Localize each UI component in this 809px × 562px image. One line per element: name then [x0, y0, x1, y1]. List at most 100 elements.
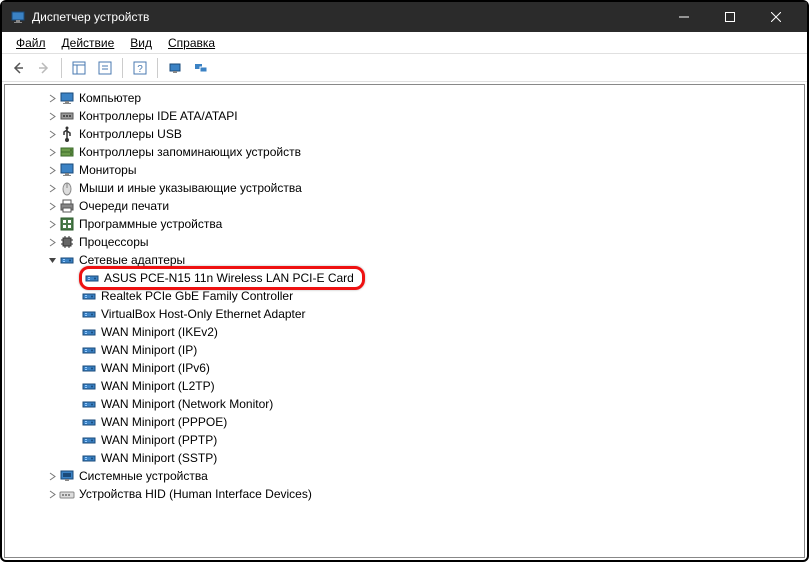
network-icon	[81, 288, 97, 304]
tree-item[interactable]: Мониторы	[5, 161, 804, 179]
maximize-button[interactable]	[707, 2, 753, 32]
tree-item-label: Мыши и иные указывающие устройства	[79, 181, 302, 195]
chevron-right-icon	[67, 325, 81, 339]
tree-item[interactable]: Очереди печати	[5, 197, 804, 215]
chevron-right-icon	[67, 289, 81, 303]
tree-item[interactable]: WAN Miniport (L2TP)	[5, 377, 804, 395]
chevron-right-icon[interactable]	[45, 217, 59, 231]
scan-button[interactable]	[163, 56, 187, 80]
device-tree-panel[interactable]: Компьютер Контроллеры IDE ATA/ATAPI Контро…	[4, 84, 805, 558]
chevron-right-icon	[67, 361, 81, 375]
chevron-right-icon[interactable]	[45, 181, 59, 195]
network-icon	[81, 360, 97, 376]
tree-item[interactable]: WAN Miniport (SSTP)	[5, 449, 804, 467]
svg-text:?: ?	[137, 64, 143, 75]
hid-icon	[59, 486, 75, 502]
storage-icon	[59, 144, 75, 160]
menu-file[interactable]: Файл	[8, 34, 54, 52]
tree-item-label: Процессоры	[79, 235, 149, 249]
chevron-down-icon[interactable]	[45, 253, 59, 267]
chevron-right-icon[interactable]	[45, 199, 59, 213]
tree-item-label: ASUS PCE-N15 11n Wireless LAN PCI-E Card	[104, 271, 354, 285]
chevron-right-icon	[67, 397, 81, 411]
tree-item-label: Очереди печати	[79, 199, 169, 213]
back-button[interactable]	[6, 56, 30, 80]
chevron-right-icon[interactable]	[45, 109, 59, 123]
chevron-right-icon	[67, 379, 81, 393]
tree-item[interactable]: Мыши и иные указывающие устройства	[5, 179, 804, 197]
mouse-icon	[59, 180, 75, 196]
tree-item[interactable]: WAN Miniport (IKEv2)	[5, 323, 804, 341]
software-icon	[59, 216, 75, 232]
toolbar-separator	[122, 58, 123, 78]
tree-item[interactable]: Процессоры	[5, 233, 804, 251]
tree-item-label: Сетевые адаптеры	[79, 253, 185, 267]
forward-button[interactable]	[32, 56, 56, 80]
window-title: Диспетчер устройств	[32, 10, 661, 24]
tree-item[interactable]: ASUS PCE-N15 11n Wireless LAN PCI-E Card	[5, 269, 804, 287]
menu-view[interactable]: Вид	[122, 34, 160, 52]
network-icon	[81, 342, 97, 358]
network-icon	[81, 414, 97, 430]
chevron-right-icon[interactable]	[45, 487, 59, 501]
tree-item[interactable]: WAN Miniport (IP)	[5, 341, 804, 359]
titlebar: Диспетчер устройств	[2, 2, 807, 32]
usb-icon	[59, 126, 75, 142]
toolbar-separator	[61, 58, 62, 78]
cpu-icon	[59, 234, 75, 250]
tree-item-label: Программные устройства	[79, 217, 222, 231]
tree-item-label: Realtek PCIe GbE Family Controller	[101, 289, 293, 303]
chevron-right-icon[interactable]	[45, 235, 59, 249]
properties-button[interactable]	[93, 56, 117, 80]
tree-item[interactable]: Контроллеры USB	[5, 125, 804, 143]
devices-button[interactable]	[189, 56, 213, 80]
tree-item[interactable]: Контроллеры запоминающих устройств	[5, 143, 804, 161]
chevron-right-icon	[67, 451, 81, 465]
tree-item[interactable]: WAN Miniport (PPPOE)	[5, 413, 804, 431]
highlighted-item: ASUS PCE-N15 11n Wireless LAN PCI-E Card	[79, 266, 365, 290]
tree-item-label: WAN Miniport (IP)	[101, 343, 197, 357]
network-icon	[81, 396, 97, 412]
show-hidden-button[interactable]	[67, 56, 91, 80]
tree-item-label: Компьютер	[79, 91, 141, 105]
tree-item[interactable]: WAN Miniport (Network Monitor)	[5, 395, 804, 413]
help-button[interactable]: ?	[128, 56, 152, 80]
tree-item[interactable]: Устройства HID (Human Interface Devices)	[5, 485, 804, 503]
chevron-right-icon	[67, 433, 81, 447]
close-button[interactable]	[753, 2, 799, 32]
tree-item[interactable]: Программные устройства	[5, 215, 804, 233]
tree-item-label: VirtualBox Host-Only Ethernet Adapter	[101, 307, 306, 321]
tree-item-label: WAN Miniport (IKEv2)	[101, 325, 218, 339]
app-icon	[10, 9, 26, 25]
network-icon	[81, 450, 97, 466]
tree-item-label: Контроллеры USB	[79, 127, 182, 141]
tree-item-label: Контроллеры IDE ATA/ATAPI	[79, 109, 238, 123]
tree-item-label: Системные устройства	[79, 469, 208, 483]
tree-item[interactable]: Realtek PCIe GbE Family Controller	[5, 287, 804, 305]
tree-item[interactable]: Контроллеры IDE ATA/ATAPI	[5, 107, 804, 125]
tree-item-label: WAN Miniport (IPv6)	[101, 361, 210, 375]
tree-item-label: WAN Miniport (L2TP)	[101, 379, 215, 393]
menubar: Файл Действие Вид Справка	[2, 32, 807, 54]
menu-help[interactable]: Справка	[160, 34, 223, 52]
minimize-button[interactable]	[661, 2, 707, 32]
tree-item[interactable]: VirtualBox Host-Only Ethernet Adapter	[5, 305, 804, 323]
tree-item-label: Мониторы	[79, 163, 136, 177]
chevron-right-icon[interactable]	[45, 91, 59, 105]
tree-item-label: WAN Miniport (PPPOE)	[101, 415, 227, 429]
chevron-right-icon[interactable]	[45, 127, 59, 141]
computer-icon	[59, 90, 75, 106]
chevron-right-icon	[67, 307, 81, 321]
menu-action[interactable]: Действие	[54, 34, 123, 52]
chevron-right-icon[interactable]	[45, 145, 59, 159]
tree-item[interactable]: Компьютер	[5, 89, 804, 107]
network-icon	[81, 306, 97, 322]
chevron-right-icon[interactable]	[45, 163, 59, 177]
chevron-right-icon[interactable]	[45, 469, 59, 483]
printer-icon	[59, 198, 75, 214]
toolbar: ?	[2, 54, 807, 82]
chevron-right-icon	[67, 343, 81, 357]
tree-item[interactable]: Системные устройства	[5, 467, 804, 485]
tree-item[interactable]: WAN Miniport (PPTP)	[5, 431, 804, 449]
tree-item[interactable]: WAN Miniport (IPv6)	[5, 359, 804, 377]
